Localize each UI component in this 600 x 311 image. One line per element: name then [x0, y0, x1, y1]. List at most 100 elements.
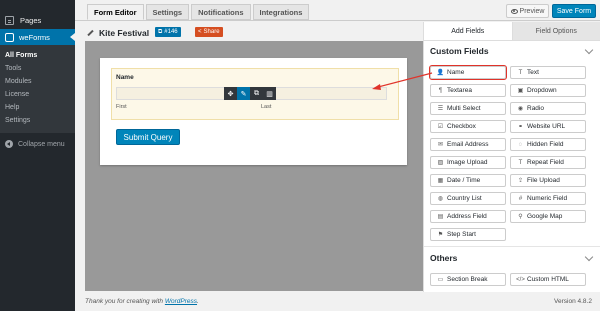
add-field-address-field[interactable]: ▤ Address Field [430, 210, 506, 223]
add-field-numeric-field[interactable]: # Numeric Field [510, 192, 586, 205]
tab-notifications[interactable]: Notifications [191, 4, 251, 20]
add-field-file-upload[interactable]: ⇪ File Upload [510, 174, 586, 187]
form-title[interactable]: Kite Festival [87, 28, 149, 38]
save-form-button[interactable]: Save Form [552, 4, 596, 18]
field-button-label: Image Upload [447, 159, 488, 166]
add-field-radio[interactable]: ◉ Radio [510, 102, 586, 115]
submenu-settings[interactable]: Settings [0, 114, 75, 127]
tab-integrations[interactable]: Integrations [252, 4, 310, 20]
field-button-label: Step Start [447, 231, 476, 238]
field-button-label: Custom HTML [527, 276, 569, 283]
section-break-icon: ▭ [437, 277, 444, 283]
dropdown-icon: ▣ [517, 88, 524, 94]
trash-icon[interactable]: ▥ [263, 87, 276, 100]
add-field-country-list[interactable]: ◍ Country List [430, 192, 506, 205]
tab-add-fields[interactable]: Add Fields [424, 22, 512, 40]
first-name-sublabel: First [116, 104, 127, 110]
field-button-label: Hidden Field [527, 141, 564, 148]
tab-settings[interactable]: Settings [145, 4, 190, 20]
add-field-website-url[interactable]: ⚭ Website URL [510, 120, 586, 133]
footer-thanks: Thank you for creating with WordPress. [85, 298, 199, 305]
panel-tabs: Add Fields Field Options [424, 22, 600, 41]
sidebar-item-weforms[interactable]: weForms [0, 29, 75, 45]
radio-icon: ◉ [517, 106, 524, 112]
submenu-help[interactable]: Help [0, 101, 75, 114]
field-button-label: Numeric Field [527, 195, 568, 202]
image-icon: ▨ [437, 160, 444, 166]
others-title: Others [430, 253, 458, 263]
field-button-label: Name [447, 69, 465, 76]
submenu-modules[interactable]: Modules [0, 75, 75, 88]
form-title-text: Kite Festival [99, 28, 150, 38]
chevron-down-icon[interactable] [584, 45, 594, 55]
pages-icon [5, 15, 14, 25]
submenu-all-forms[interactable]: All Forms [0, 49, 75, 62]
admin-sidebar: Pages weForms All Forms Tools Modules Li… [0, 0, 75, 311]
custom-fields-title: Custom Fields [430, 46, 489, 56]
weforms-icon [5, 32, 14, 42]
duplicate-icon[interactable]: ⧉ [250, 87, 263, 100]
add-field-repeat-field[interactable]: T Repeat Field [510, 156, 586, 169]
eye-icon [510, 8, 518, 14]
eye-slash-icon: ◌ [518, 141, 523, 148]
sidebar-submenu: All Forms Tools Modules License Help Set… [0, 45, 75, 133]
sidebar-item-label: weForms [19, 32, 50, 42]
add-field-date-time[interactable]: ▦ Date / Time [430, 174, 506, 187]
submenu-tools[interactable]: Tools [0, 62, 75, 75]
sidebar-item-pages[interactable]: Pages [0, 13, 75, 27]
preview-label: Preview [519, 7, 545, 15]
fields-panel: Add Fields Field Options Custom Fields O… [423, 22, 600, 292]
add-field-multi-select[interactable]: ☰ Multi Select [430, 102, 506, 115]
list-icon: ☰ [437, 106, 444, 112]
tab-divider [75, 20, 600, 21]
hash-icon: # [518, 195, 523, 202]
step-icon: ⚑ [437, 232, 444, 238]
link-icon: ⚭ [517, 124, 524, 130]
address-icon: ▤ [437, 214, 444, 220]
add-field-hidden-field[interactable]: ◌ Hidden Field [510, 138, 586, 151]
add-field-name[interactable]: 👤 Name [429, 65, 507, 80]
add-field-step-start[interactable]: ⚑ Step Start [430, 228, 506, 241]
editor-tabs: Form Editor Settings Notifications Integ… [87, 4, 311, 20]
share-button[interactable]: < Share [195, 27, 223, 37]
add-field-custom-html[interactable]: </> Custom HTML [510, 273, 586, 286]
footer-thanks-suffix: . [197, 298, 199, 305]
last-name-sublabel: Last [261, 104, 272, 110]
wordpress-link[interactable]: WordPress [165, 298, 197, 305]
text-icon: T [518, 69, 523, 76]
collapse-label: Collapse menu [18, 140, 65, 148]
upload-icon: ⇪ [517, 178, 524, 184]
submit-query-button[interactable]: Submit Query [116, 129, 180, 145]
add-field-dropdown[interactable]: ▣ Dropdown [510, 84, 586, 97]
form-id-badge[interactable]: ⧉ #146 [155, 27, 181, 37]
field-button-label: Text [527, 69, 539, 76]
add-field-textarea[interactable]: ¶ Textarea [430, 84, 506, 97]
collapse-menu-button[interactable]: Collapse menu [0, 137, 75, 151]
preview-button[interactable]: Preview [506, 4, 549, 18]
copy-icon: ⧉ [158, 28, 163, 35]
field-button-label: Dropdown [527, 87, 557, 94]
field-button-label: Radio [527, 105, 544, 112]
edit-icon[interactable]: ✎ [237, 87, 250, 100]
chevron-down-icon[interactable] [584, 252, 594, 262]
add-field-text[interactable]: T Text [510, 66, 586, 79]
tab-form-editor[interactable]: Form Editor [87, 4, 144, 20]
add-field-section-break[interactable]: ▭ Section Break [430, 273, 506, 286]
add-field-email-address[interactable]: ✉ Email Address [430, 138, 506, 151]
add-field-checkbox[interactable]: ☑ Checkbox [430, 120, 506, 133]
field-button-label: Country List [447, 195, 482, 202]
checkbox-icon: ☑ [437, 124, 444, 130]
envelope-icon: ✉ [437, 142, 444, 148]
field-button-label: Repeat Field [527, 159, 564, 166]
field-button-label: Multi Select [447, 105, 481, 112]
share-icon: < [198, 29, 202, 35]
map-marker-icon: ⚲ [518, 214, 523, 220]
footer-thanks-text: Thank you for creating with [85, 298, 165, 305]
field-button-label: File Upload [527, 177, 560, 184]
share-label: Share [203, 29, 220, 35]
add-field-google-map[interactable]: ⚲ Google Map [510, 210, 586, 223]
add-field-image-upload[interactable]: ▨ Image Upload [430, 156, 506, 169]
submenu-license[interactable]: License [0, 88, 75, 101]
tab-field-options[interactable]: Field Options [511, 22, 600, 40]
move-icon[interactable]: ✥ [224, 87, 237, 100]
